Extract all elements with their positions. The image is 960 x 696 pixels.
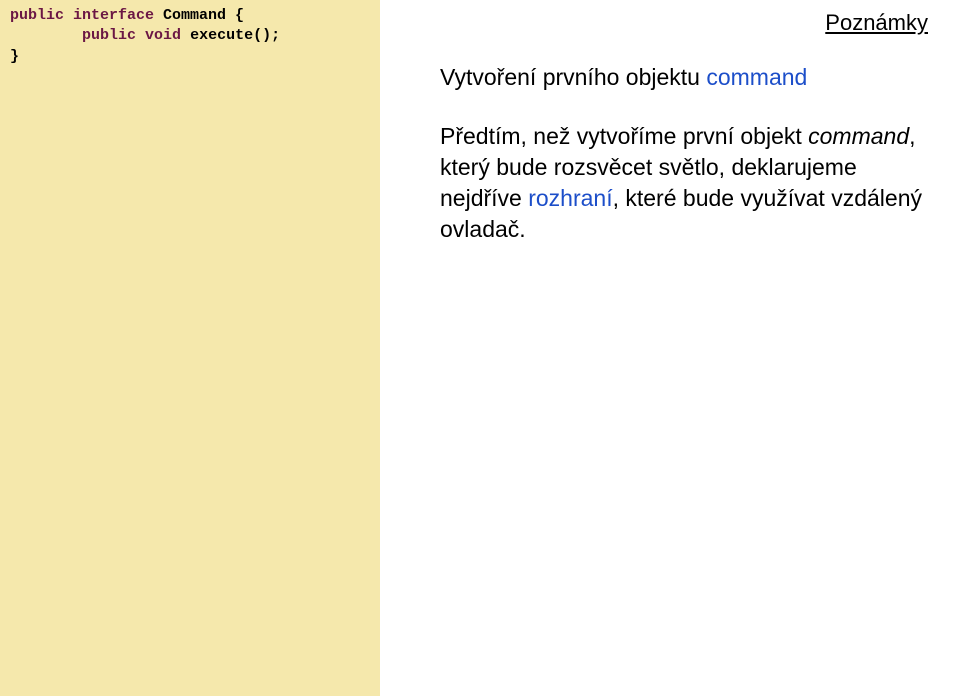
notes-panel: Poznámky Vytvoření prvního objektu comma… xyxy=(380,0,960,696)
section-title: Vytvoření prvního objektu command xyxy=(440,62,936,93)
keyword-public: public xyxy=(10,7,64,24)
body-leading: Předtím, než vytvoříme první objekt xyxy=(440,123,808,149)
title-highlight: command xyxy=(706,64,807,90)
code-close: } xyxy=(10,48,19,65)
code-classname: Command { xyxy=(154,7,244,24)
body-highlight: rozhraní xyxy=(528,185,612,211)
keyword-interface: interface xyxy=(73,7,154,24)
code-method: execute(); xyxy=(181,27,280,44)
notes-heading: Poznámky xyxy=(825,10,928,36)
keyword-public: public xyxy=(82,27,136,44)
code-indent xyxy=(10,27,82,44)
code-block: public interface Command { public void e… xyxy=(10,6,370,67)
body-paragraph: Předtím, než vytvoříme první objekt comm… xyxy=(440,121,936,245)
title-text: Vytvoření prvního objektu xyxy=(440,64,706,90)
body-italic: command xyxy=(808,123,909,149)
code-panel: public interface Command { public void e… xyxy=(0,0,380,696)
keyword-void: void xyxy=(145,27,181,44)
